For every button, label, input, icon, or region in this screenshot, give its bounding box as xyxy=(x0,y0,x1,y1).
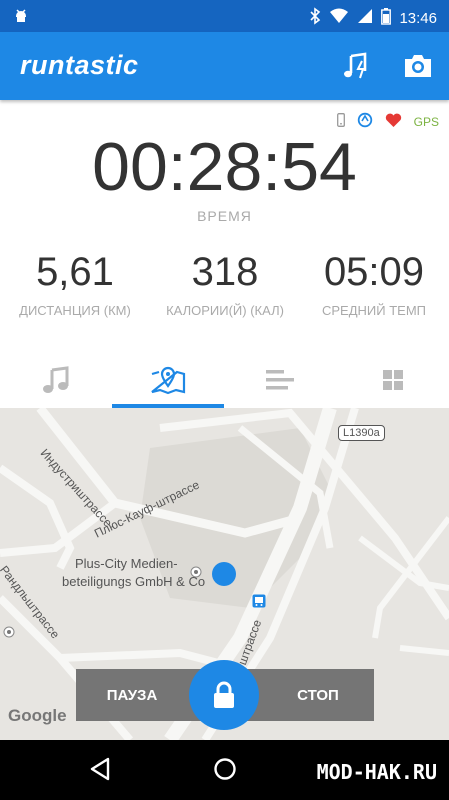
poi-marker-icon xyxy=(3,626,15,638)
map-attribution: Google xyxy=(8,706,67,725)
stop-button[interactable]: СТОП xyxy=(262,669,374,721)
poi-label-line2: beteiligungs GmbH & Co xyxy=(62,574,206,589)
elapsed-time: 00:28:54 xyxy=(92,129,357,205)
stat-pace-label: СРЕДНИЙ ТЕМП xyxy=(321,303,426,318)
lock-button[interactable] xyxy=(189,660,259,730)
poi-marker-icon xyxy=(190,566,202,578)
tab-dashboard[interactable] xyxy=(337,352,449,408)
system-nav-bar: MOD-HAK.RU xyxy=(0,740,449,800)
gps-indicator: GPS xyxy=(413,114,439,129)
camera-icon[interactable] xyxy=(400,48,436,84)
clock: 13:46 xyxy=(399,9,437,27)
stat-distance: 5,61 ДИСТАНЦИЯ (КМ) xyxy=(0,250,150,318)
tab-map[interactable] xyxy=(112,352,224,408)
stat-calories: 318 КАЛОРИИ(Й) (КАЛ) xyxy=(150,250,300,318)
elapsed-time-label: ВРЕМЯ xyxy=(197,208,252,224)
stat-distance-label: ДИСТАНЦИЯ (КМ) xyxy=(19,303,131,318)
lock-icon xyxy=(214,681,234,708)
bars-icon xyxy=(266,370,294,390)
app-bar: runtastic xyxy=(0,32,449,100)
android-notification-icon xyxy=(12,7,30,30)
music-icon[interactable] xyxy=(338,48,374,84)
session-tabs xyxy=(0,352,449,408)
watermark: MOD-HAK.RU xyxy=(316,760,437,784)
stat-pace-value: 05:09 xyxy=(323,250,425,294)
tab-music[interactable] xyxy=(0,352,112,408)
wifi-icon xyxy=(329,8,349,28)
status-bar: 13:46 xyxy=(0,0,449,32)
current-location-dot xyxy=(212,562,236,586)
cell-signal-icon xyxy=(357,8,373,28)
road-badge: L1390a xyxy=(338,425,385,441)
stat-pace: 05:09 СРЕДНИЙ ТЕМП xyxy=(299,250,449,318)
bus-stop-icon xyxy=(252,594,266,608)
stat-calories-label: КАЛОРИИ(Й) (КАЛ) xyxy=(166,303,284,318)
grid-icon xyxy=(383,370,403,390)
battery-icon xyxy=(381,7,392,29)
bluetooth-icon xyxy=(309,7,321,29)
poi-label-line1: Plus-City Medien- xyxy=(75,556,178,571)
runtastic-logo: runtastic xyxy=(20,50,139,80)
music-note-icon xyxy=(43,366,69,393)
stat-distance-value: 5,61 xyxy=(36,250,114,294)
home-icon[interactable] xyxy=(212,756,238,782)
stat-calories-value: 318 xyxy=(191,250,259,294)
pause-button[interactable]: ПАУЗА xyxy=(76,669,188,721)
back-icon[interactable] xyxy=(88,756,112,782)
map-pin-icon xyxy=(151,366,186,395)
tab-splits[interactable] xyxy=(224,352,336,408)
